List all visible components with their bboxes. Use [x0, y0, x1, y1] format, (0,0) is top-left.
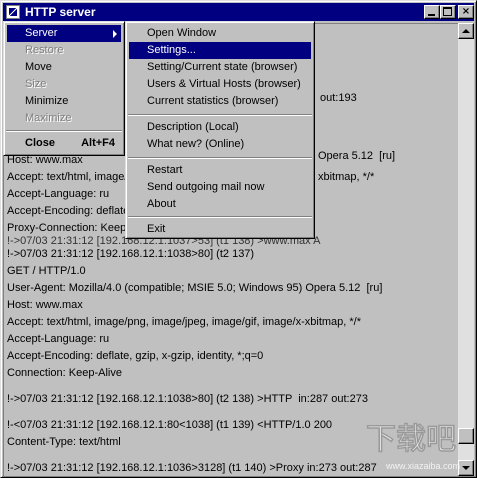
menu-item-server[interactable]: Server [7, 25, 121, 42]
menu-item-open-window[interactable]: Open Window [129, 25, 311, 42]
log-line: Accept: text/html, image/ [7, 171, 128, 183]
log-line: Connection: Keep-Alive [7, 367, 122, 379]
log-fragment: xbitmap, */* [318, 171, 375, 183]
menu-item-accelerator: Alt+F4 [81, 137, 115, 149]
menu-item-label: Maximize [25, 112, 72, 124]
log-line: Accept-Encoding: deflate, gzip, x-gzip, … [7, 350, 264, 362]
title-bar[interactable]: HTTP server × [3, 3, 474, 21]
http-server-window: HTTP server × out:193 Opera 5.12 [ru] xb… [0, 0, 477, 478]
menu-item-label: Send outgoing mail now [147, 181, 265, 193]
menu-item-label: Open Window [147, 27, 217, 39]
scroll-down-button[interactable] [458, 460, 474, 476]
menu-item-label: What new? (Online) [147, 138, 245, 150]
menu-item-label: Current statistics (browser) [147, 95, 279, 107]
menu-separator [128, 157, 312, 159]
menu-item-label: Restore [25, 44, 64, 56]
log-fragment: Opera 5.12 [ru] [318, 150, 396, 162]
menu-item-label: Server [25, 27, 58, 39]
menu-item-label: Settings... [147, 44, 196, 56]
log-line: !-<07/03 21:31:12 [192.168.12.1:80<1038]… [7, 419, 333, 431]
arrow-down-icon [462, 466, 470, 470]
menu-item-label: Exit [147, 223, 166, 235]
submenu-arrow-icon [113, 30, 117, 38]
menu-item-label: Setting/Current state (browser) [147, 61, 298, 73]
menu-separator [6, 130, 122, 132]
log-line: User-Agent: Mozilla/4.0 (compatible; MSI… [7, 282, 383, 294]
menu-item-label: Move [25, 61, 52, 73]
log-line: !->07/03 21:31:12 [192.168.12.1:1038>80]… [7, 393, 368, 405]
menu-item-label: About [147, 198, 176, 210]
menu-item-minimize[interactable]: Minimize [7, 93, 121, 110]
menu-item-description[interactable]: Description (Local) [129, 119, 311, 136]
menu-item-move[interactable]: Move [7, 59, 121, 76]
system-menu: Server Restore Move Size Minimize Maximi… [3, 21, 125, 156]
menu-separator [128, 216, 312, 218]
log-line: Accept: text/html, image/png, image/jpeg… [7, 316, 361, 328]
menu-separator [128, 114, 312, 116]
log-line: Proxy-Connection: Keep- [7, 222, 130, 234]
server-submenu: Open Window Settings... Setting/Current … [125, 21, 315, 239]
menu-item-close[interactable]: Close Alt+F4 [7, 135, 121, 152]
menu-item-about[interactable]: About [129, 196, 311, 213]
window-title: HTTP server [25, 5, 96, 19]
log-line: Content-Type: text/html [7, 436, 121, 448]
close-icon: × [461, 6, 471, 17]
menu-item-settings[interactable]: Settings... [129, 42, 311, 59]
menu-item-current-statistics[interactable]: Current statistics (browser) [129, 93, 311, 110]
menu-item-label: Restart [147, 164, 183, 176]
menu-item-label: Close [25, 137, 55, 149]
app-icon[interactable] [6, 5, 20, 19]
maximize-button[interactable] [440, 5, 456, 19]
log-line: GET / HTTP/1.0 [7, 265, 86, 277]
maximize-icon [443, 7, 452, 16]
arrow-up-icon [462, 29, 470, 33]
scroll-thumb[interactable] [458, 428, 474, 444]
log-line: Accept-Language: ru [7, 188, 110, 200]
menu-item-current-state[interactable]: Setting/Current state (browser) [129, 59, 311, 76]
menu-item-label: Users & Virtual Hosts (browser) [147, 78, 301, 90]
log-line: Accept-Encoding: deflate [7, 205, 130, 217]
menu-item-restore: Restore [7, 42, 121, 59]
minimize-icon [428, 14, 435, 16]
log-line: Accept-Language: ru [7, 333, 110, 345]
menu-item-label: Description (Local) [147, 121, 239, 133]
menu-item-what-new[interactable]: What new? (Online) [129, 136, 311, 153]
menu-item-users-virtual-hosts[interactable]: Users & Virtual Hosts (browser) [129, 76, 311, 93]
log-line: Host: www.max [7, 299, 83, 311]
minimize-button[interactable] [424, 5, 440, 19]
menu-item-exit[interactable]: Exit [129, 221, 311, 238]
menu-item-restart[interactable]: Restart [129, 162, 311, 179]
menu-item-send-mail[interactable]: Send outgoing mail now [129, 179, 311, 196]
log-line: !->07/03 21:31:12 [192.168.12.1:1036>312… [7, 462, 377, 474]
menu-item-maximize: Maximize [7, 110, 121, 127]
scroll-up-button[interactable] [458, 23, 474, 39]
close-button[interactable]: × [458, 5, 474, 19]
vertical-scrollbar[interactable] [458, 23, 474, 476]
menu-item-label: Size [25, 78, 47, 90]
log-fragment: out:193 [320, 92, 357, 104]
log-line: !->07/03 21:31:12 [192.168.12.1:1038>80]… [7, 248, 255, 260]
menu-item-size: Size [7, 76, 121, 93]
menu-item-label: Minimize [25, 95, 69, 107]
